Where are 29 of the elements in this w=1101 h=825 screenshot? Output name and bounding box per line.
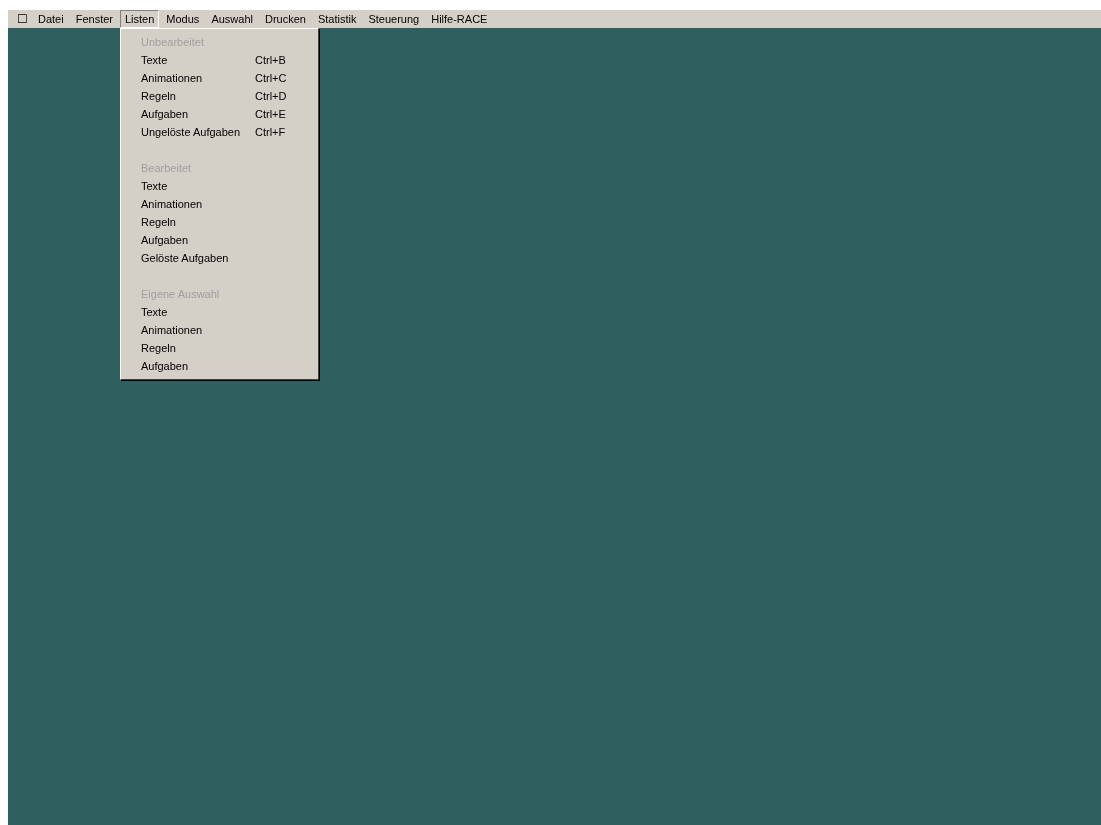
dropdown-item[interactable]: Texte xyxy=(121,177,318,195)
menu-item[interactable]: Steuerung xyxy=(363,10,425,28)
menu-item[interactable]: Statistik xyxy=(312,10,362,28)
shortcut-label: Ctrl+B xyxy=(255,52,286,68)
dropdown-item[interactable]: Aufgaben xyxy=(121,357,318,375)
dropdown-item[interactable]: Animationen xyxy=(121,321,318,339)
shortcut-label: Ctrl+E xyxy=(255,106,286,122)
menu-item[interactable]: Listen xyxy=(120,10,160,28)
dropdown-item[interactable]: Ungelöste Aufgaben Ctrl+F xyxy=(121,123,318,141)
system-menu-icon[interactable]: ☐ xyxy=(14,13,31,25)
dropdown-item[interactable]: Gelöste Aufgaben xyxy=(121,249,318,267)
dropdown-item[interactable]: Regeln Ctrl+D xyxy=(121,87,318,105)
dropdown-item[interactable]: Texte xyxy=(121,303,318,321)
shortcut-label: Ctrl+D xyxy=(255,88,287,104)
menu-item[interactable]: Drucken xyxy=(259,10,311,28)
menu-item[interactable]: Hilfe-RACE xyxy=(426,10,493,28)
dropdown-item[interactable]: Aufgaben xyxy=(121,231,318,249)
dropdown-item[interactable]: Aufgaben Ctrl+E xyxy=(121,105,318,123)
menu-item[interactable]: Auswahl xyxy=(206,10,258,28)
menu-item[interactable]: Fenster xyxy=(70,10,118,28)
dropdown-item[interactable]: Regeln xyxy=(121,339,318,357)
shortcut-label: Ctrl+C xyxy=(255,70,287,86)
dropdown-item[interactable]: Animationen Ctrl+C xyxy=(121,69,318,87)
shortcut-label: Ctrl+F xyxy=(255,124,286,140)
dropdown-item[interactable]: Texte Ctrl+B xyxy=(121,51,318,69)
menu-item[interactable]: Modus xyxy=(161,10,205,28)
dropdown-item[interactable]: Animationen xyxy=(121,195,318,213)
dropdown-item[interactable]: Regeln xyxy=(121,213,318,231)
menu-item[interactable]: Datei xyxy=(33,10,69,28)
